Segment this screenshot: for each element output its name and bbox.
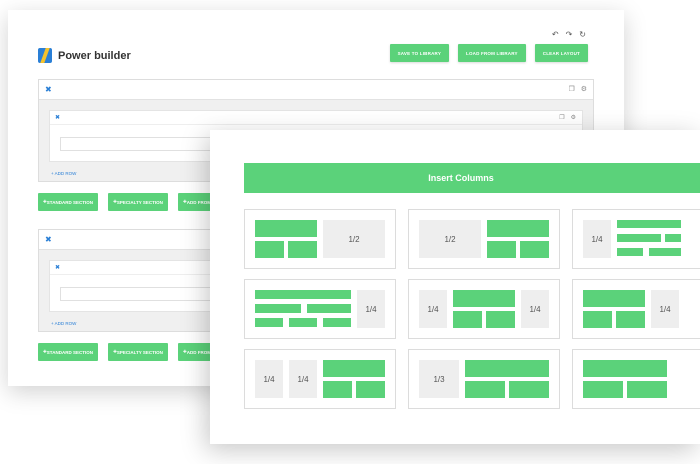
column-block [255,290,351,299]
toolbar: SAVE TO LIBRARY LOAD FROM LIBRARY CLEAR … [389,44,588,62]
save-to-library-button[interactable]: SAVE TO LIBRARY [389,44,450,62]
standard-section-button[interactable]: ✚ STANDARD SECTION [38,343,98,361]
layout-option-quarter-quarter-half[interactable]: 1/4 1/4 [244,349,396,409]
column-label: 1/4 [255,360,283,398]
layout-option-quarter-left[interactable]: 1/4 [572,209,700,269]
column-block [617,220,681,228]
gear-icon[interactable]: ⚙ [571,114,576,121]
column-block [487,241,516,258]
section-2-buttons: ✚ STANDARD SECTION ✚ SPECIALTY SECTION ✚… [38,343,226,361]
gear-icon[interactable]: ⚙ [581,85,587,93]
column-block [356,381,385,398]
duplicate-icon[interactable]: ❐ [568,85,574,93]
column-block [627,381,667,398]
column-label: 1/4 [419,290,447,328]
column-label: 1/4 [583,220,611,258]
duplicate-icon[interactable]: ❐ [559,114,564,121]
layout-option-quarter-half-quarter[interactable]: 1/4 1/4 [408,279,560,339]
insert-columns-modal: Insert Columns 1/2 1/2 1/4 1/4 1/4 1/4 1… [210,130,700,444]
close-icon[interactable]: ✖ [55,114,60,121]
column-block [289,318,317,327]
reset-icon[interactable]: ↻ [579,30,586,39]
column-label: 1/3 [419,360,459,398]
brand-logo-icon [38,48,52,63]
column-block [465,381,505,398]
modal-title: Insert Columns [244,163,700,193]
row-tools: ❐ ⚙ [559,114,576,121]
column-block [255,304,301,313]
section-header: ✖ ❐ ⚙ [39,80,593,100]
column-block [487,220,549,237]
standard-section-button[interactable]: ✚ STANDARD SECTION [38,193,98,211]
column-label: 1/4 [651,290,679,328]
layout-option-third-left[interactable]: 1/3 [408,349,560,409]
column-block [453,311,482,328]
column-block [583,290,645,307]
column-block [323,360,385,377]
column-block [255,241,284,258]
specialty-section-button[interactable]: ✚ SPECIALTY SECTION [108,343,168,361]
load-from-library-button[interactable]: LOAD FROM LIBRARY [458,44,526,62]
layout-option-quarter-right[interactable]: 1/4 [244,279,396,339]
layout-option-half-quarter[interactable]: 1/4 [572,279,700,339]
column-block [323,381,352,398]
clear-layout-button[interactable]: CLEAR LAYOUT [534,44,588,62]
column-block [665,234,681,242]
layout-option-half-left[interactable]: 1/2 [408,209,560,269]
brand: Power builder [38,48,131,63]
close-icon[interactable]: ✖ [45,85,52,94]
column-block [583,311,612,328]
column-block [583,381,623,398]
close-icon[interactable]: ✖ [45,235,52,244]
add-row-link[interactable]: + ADD ROW [51,321,76,326]
layout-option-half-right[interactable]: 1/2 [244,209,396,269]
column-block [583,360,667,377]
row-header: ✖ ❐ ⚙ [50,111,582,125]
close-icon[interactable]: ✖ [55,264,60,271]
column-block [509,381,549,398]
brand-name: Power builder [58,49,131,62]
column-block [255,318,283,327]
column-block [649,248,681,256]
column-label: 1/4 [521,290,549,328]
column-block [307,304,351,313]
history-controls: ↶ ↷ ↻ [552,30,586,39]
column-block [486,311,515,328]
column-label: 1/4 [289,360,317,398]
column-block [453,290,515,307]
layout-option-full-split[interactable] [572,349,700,409]
add-row-link[interactable]: + ADD ROW [51,171,76,176]
column-block [323,318,351,327]
column-block [255,220,317,237]
redo-icon[interactable]: ↷ [566,30,573,39]
section-1-buttons: ✚ STANDARD SECTION ✚ SPECIALTY SECTION ✚… [38,193,226,211]
undo-icon[interactable]: ↶ [552,30,559,39]
column-block [616,311,645,328]
section-tools: ❐ ⚙ [568,85,587,93]
column-block [520,241,549,258]
column-block [617,248,643,256]
column-label: 1/2 [323,220,385,258]
stage: ↶ ↷ ↻ Power builder SAVE TO LIBRARY LOAD… [0,0,700,464]
column-block [617,234,661,242]
column-label: 1/2 [419,220,481,258]
column-block [288,241,317,258]
specialty-section-button[interactable]: ✚ SPECIALTY SECTION [108,193,168,211]
column-block [465,360,549,377]
column-label: 1/4 [357,290,385,328]
